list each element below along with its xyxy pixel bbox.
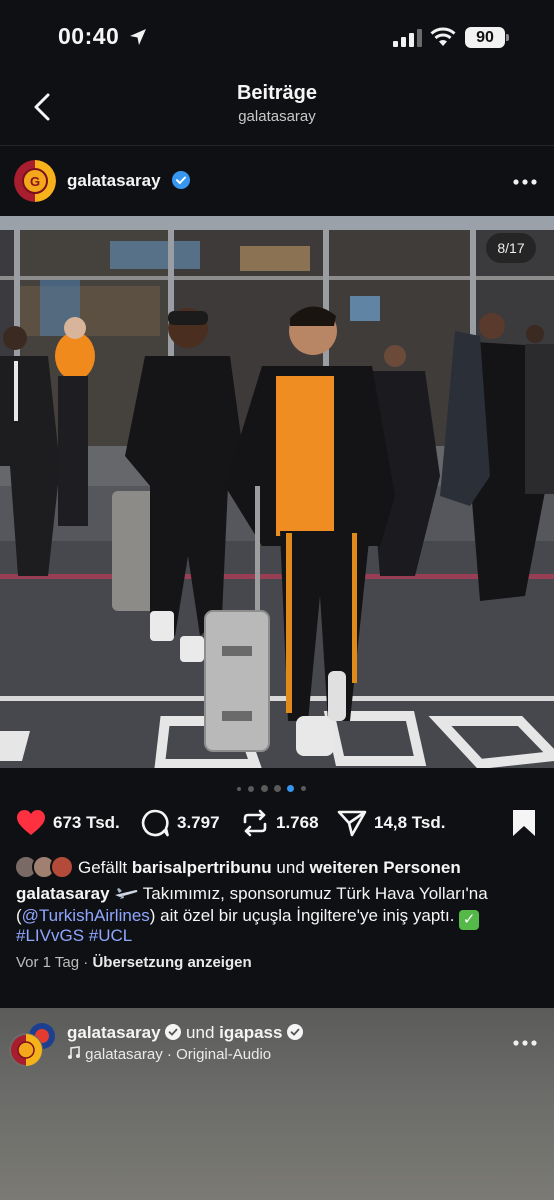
- comment-count[interactable]: 3.797: [177, 813, 220, 833]
- battery-nub: [506, 34, 509, 41]
- share-count[interactable]: 14,8 Tsd.: [374, 813, 446, 833]
- liked-by-others[interactable]: weiteren Personen: [310, 858, 461, 877]
- carousel-dot: [248, 786, 254, 792]
- liked-by-user[interactable]: barisalpertribunu: [132, 858, 272, 877]
- carousel-dot: [274, 785, 281, 792]
- page-title: Beiträge: [236, 82, 318, 104]
- repost-count[interactable]: 1.768: [276, 813, 319, 833]
- airplane-emoji-icon: [115, 888, 138, 899]
- liked-by-text[interactable]: Gefällt barisalpertribunu und weiteren P…: [78, 858, 461, 878]
- airport-arrival-photo: [0, 216, 554, 768]
- separator-dot: ·: [166, 1046, 177, 1063]
- avatar[interactable]: G: [14, 160, 56, 202]
- more-options-icon[interactable]: [512, 178, 538, 186]
- audio-label[interactable]: Original-Audio: [176, 1046, 271, 1063]
- cellular-signal-icon: [393, 29, 422, 47]
- caption-text-2: ait özel bir uçuşla İngiltere'ye iniş ya…: [160, 906, 455, 925]
- like-count[interactable]: 673 Tsd.: [53, 813, 120, 833]
- verified-badge-icon: [165, 1024, 182, 1040]
- audio-author[interactable]: galatasaray: [85, 1046, 163, 1063]
- bookmark-filled-icon[interactable]: [509, 808, 539, 838]
- carousel-dot: [301, 786, 306, 791]
- avatar: [50, 855, 74, 879]
- post-meta: Vor 1 Tag · Übersetzung anzeigen: [16, 954, 252, 971]
- next-post-authors[interactable]: galatasaray und igapass: [67, 1023, 304, 1043]
- audio-attribution[interactable]: galatasaray · Original-Audio: [67, 1046, 271, 1063]
- post-header: G galatasaray: [0, 146, 554, 216]
- top-navigation: Beiträge galatasaray: [0, 70, 554, 146]
- post-author[interactable]: galatasaray: [67, 171, 161, 191]
- next-post[interactable]: galatasaray und igapass galatasaray · Or…: [0, 1008, 554, 1200]
- location-arrow-icon: [130, 29, 146, 45]
- hashtags[interactable]: #LIVvGS #UCL: [16, 926, 132, 946]
- caption-line-1: galatasaray Takımımız, sponsorumuz Türk …: [16, 884, 488, 904]
- clock: 00:40: [58, 23, 120, 49]
- battery-indicator: 90: [465, 27, 505, 48]
- post-image[interactable]: 8/17: [0, 216, 554, 768]
- music-note-icon: [68, 1046, 80, 1059]
- share-send-icon[interactable]: [337, 808, 367, 838]
- comment-icon[interactable]: [140, 808, 170, 838]
- mention-link[interactable]: @TurkishAirlines: [22, 906, 150, 925]
- liked-by-middle: und: [276, 858, 305, 877]
- caption-text-1: Takımımız, sponsorumuz Türk Hava Yolları…: [142, 884, 488, 903]
- liker-avatars[interactable]: [14, 855, 76, 879]
- check-mark-emoji-icon: ✓: [459, 910, 480, 930]
- repost-icon[interactable]: [240, 808, 270, 838]
- post-timestamp: Vor 1 Tag: [16, 954, 80, 971]
- liked-by-prefix: Gefällt: [78, 858, 128, 877]
- carousel-dot: [237, 787, 241, 791]
- svg-text:G: G: [30, 174, 40, 189]
- more-options-icon[interactable]: [512, 1039, 538, 1047]
- translate-button[interactable]: Übersetzung anzeigen: [92, 954, 251, 971]
- page-subtitle: galatasaray: [238, 108, 316, 125]
- status-bar: 00:40 90: [0, 0, 554, 70]
- post-caption-area: Gefällt barisalpertribunu und weiteren P…: [0, 846, 554, 1008]
- verified-badge-icon: [287, 1024, 304, 1040]
- carousel-dot: [261, 785, 268, 792]
- next-post-author[interactable]: galatasaray: [67, 1023, 161, 1042]
- next-post-coauthor[interactable]: igapass: [219, 1023, 282, 1042]
- carousel-dot-active: [287, 785, 294, 792]
- action-bar: 673 Tsd. 3.797 1.768 14,8 Tsd.: [0, 800, 554, 846]
- heart-filled-icon[interactable]: [16, 808, 46, 838]
- caption-author[interactable]: galatasaray: [16, 884, 110, 903]
- galatasaray-logo: G: [14, 160, 56, 202]
- image-counter: 8/17: [486, 233, 536, 263]
- collab-avatars[interactable]: [8, 1022, 56, 1068]
- verified-badge-icon: [172, 171, 190, 189]
- collab-joiner: und: [186, 1023, 215, 1042]
- wifi-icon: [430, 27, 456, 46]
